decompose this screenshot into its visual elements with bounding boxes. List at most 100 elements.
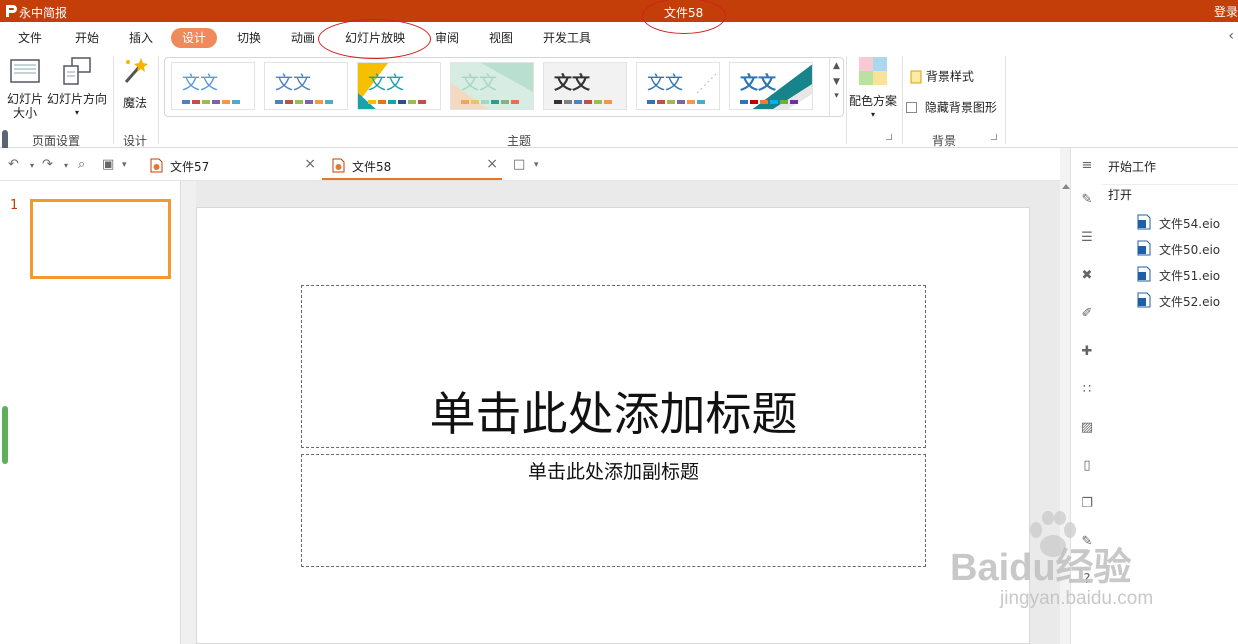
redo-icon[interactable]: ↷ — [42, 157, 53, 172]
close-tab-icon[interactable]: × — [304, 156, 316, 172]
theme-preview-text: 文文 — [368, 73, 404, 94]
slide-canvas: 单击此处添加标题 单击此处添加副标题 — [196, 181, 1060, 644]
theme-color-swatch — [315, 100, 323, 104]
scroll-up-icon[interactable]: ▲ — [830, 61, 843, 71]
magic-button[interactable]: 魔法 — [117, 56, 153, 116]
theme-option-7[interactable]: 文文 — [729, 62, 813, 110]
theme-preview-text: 文文 — [182, 73, 218, 94]
theme-preview-text: 文文 — [554, 73, 590, 94]
checkbox-box[interactable] — [906, 102, 917, 113]
scroll-up-icon[interactable] — [1062, 184, 1070, 189]
ribbon-divider — [158, 56, 159, 144]
theme-option-2[interactable]: 文文 — [264, 62, 348, 110]
theme-option-6[interactable]: 文文 — [636, 62, 720, 110]
scroll-down-icon[interactable]: ▼ — [830, 77, 843, 87]
gallery-expand-icon[interactable]: ▾ — [830, 91, 843, 101]
theme-preview-text: 文文 — [275, 73, 311, 94]
slide-orientation-button[interactable]: 幻灯片方向 ▾ — [46, 56, 108, 126]
sliders-icon[interactable]: ☰ — [1079, 230, 1095, 246]
edit-icon[interactable]: ✎ — [1079, 534, 1095, 550]
theme-color-swatch — [511, 100, 519, 104]
tools-icon[interactable]: ✖ — [1079, 268, 1095, 284]
brush-icon[interactable]: ✐ — [1079, 306, 1095, 322]
theme-color-swatch — [285, 100, 293, 104]
theme-color-swatch — [770, 100, 778, 104]
grid-icon[interactable]: ∷ — [1079, 382, 1095, 398]
new-document-icon[interactable]: □ — [513, 157, 525, 172]
magic-wand-icon — [124, 58, 148, 83]
background-style-icon — [910, 70, 922, 83]
pencil-icon[interactable]: ✎ — [1079, 192, 1095, 208]
theme-color-swatch — [192, 100, 200, 104]
undo-dropdown-icon[interactable]: ▾ — [30, 161, 34, 170]
theme-color-swatch — [687, 100, 695, 104]
theme-color-swatch — [657, 100, 665, 104]
theme-option-3[interactable]: 文文 — [357, 62, 441, 110]
theme-color-swatch — [697, 100, 705, 104]
menu-review[interactable]: 审阅 — [435, 28, 459, 48]
menu-transition[interactable]: 切换 — [237, 28, 261, 48]
theme-color-bars — [182, 100, 240, 104]
theme-option-4[interactable]: 文文 — [450, 62, 534, 110]
collapse-ribbon-icon[interactable]: ‹ — [1228, 28, 1234, 44]
color-scheme-icon — [859, 57, 887, 85]
save-icon[interactable]: ▣ — [102, 157, 114, 172]
slide-size-button[interactable]: 幻灯片 大小 — [4, 56, 46, 126]
theme-option-1[interactable]: 文文 — [171, 62, 255, 110]
theme-color-swatch — [667, 100, 675, 104]
copy-icon[interactable]: ❐ — [1079, 496, 1095, 512]
theme-dialog-launcher-icon[interactable] — [886, 134, 892, 140]
pane-menu-icon[interactable]: ≡ — [1079, 158, 1095, 174]
hide-background-checkbox[interactable]: 隐藏背景图形 — [906, 100, 997, 118]
theme-color-swatch — [574, 100, 582, 104]
clipboard-icon[interactable]: ▯ — [1079, 458, 1095, 474]
menu-file[interactable]: 文件 — [18, 28, 42, 48]
title-placeholder[interactable]: 单击此处添加标题 — [301, 285, 926, 448]
gallery-scrollbar[interactable]: ▲ ▼ ▾ — [829, 58, 843, 116]
undo-icon[interactable]: ↶ — [8, 157, 19, 172]
menu-animation[interactable]: 动画 — [291, 28, 315, 48]
close-tab-icon[interactable]: × — [486, 156, 498, 172]
tab-file58[interactable]: 文件58 × — [322, 152, 502, 180]
puzzle-icon[interactable]: ✚ — [1079, 344, 1095, 360]
menu-view[interactable]: 视图 — [489, 28, 513, 48]
panel-splitter[interactable] — [181, 181, 196, 644]
tab-file57[interactable]: 文件57 × — [140, 152, 320, 180]
image-icon[interactable]: ▨ — [1079, 420, 1095, 436]
subtitle-placeholder[interactable]: 单击此处添加副标题 — [301, 454, 926, 567]
theme-color-swatch — [275, 100, 283, 104]
theme-color-swatch — [780, 100, 788, 104]
background-dialog-launcher-icon[interactable] — [991, 134, 997, 140]
menu-slideshow[interactable]: 幻灯片放映 — [345, 28, 405, 48]
print-preview-icon[interactable]: ⌕ — [78, 157, 85, 172]
help-icon[interactable]: ? — [1079, 572, 1095, 588]
slide-orientation-label: 幻灯片方向 — [46, 92, 107, 106]
theme-color-bars — [368, 100, 426, 104]
background-style-button[interactable]: 背景样式 — [910, 69, 974, 87]
title-placeholder-text: 单击此处添加标题 — [429, 387, 798, 441]
redo-dropdown-icon[interactable]: ▾ — [64, 161, 68, 170]
slide-thumbnail[interactable] — [30, 199, 171, 279]
task-pane-header: 开始工作 — [1108, 160, 1157, 174]
title-bar: 永中简报 文件58 登录 — [0, 0, 1238, 22]
login-button[interactable]: 登录 — [1214, 3, 1238, 20]
recent-file-name: 文件54.eio — [1159, 217, 1221, 231]
quick-access-menu-icon[interactable]: ▾ — [122, 160, 127, 170]
dropdown-arrow-icon: ▾ — [74, 108, 79, 117]
theme-color-swatch — [760, 100, 768, 104]
theme-color-swatch — [212, 100, 220, 104]
theme-color-swatch — [295, 100, 303, 104]
new-document-dropdown-icon[interactable]: ▾ — [534, 160, 539, 170]
document-tab-bar: ↶ ▾ ↷ ▾ ⌕ ▣ ▾ 文件57 × 文件58 × □ ▾ — [0, 148, 1060, 181]
vertical-scrollbar[interactable] — [1060, 148, 1070, 644]
menu-design[interactable]: 设计 — [171, 28, 218, 48]
tab-label: 文件57 — [170, 160, 210, 174]
menu-home[interactable]: 开始 — [75, 28, 99, 48]
tab-label: 文件58 — [352, 160, 392, 174]
menu-developer[interactable]: 开发工具 — [543, 28, 591, 48]
menu-insert[interactable]: 插入 — [129, 28, 153, 48]
app-window: 永中简报 文件58 登录 文件 开始 插入 设计 切换 动画 幻灯片放映 审阅 … — [0, 0, 1238, 644]
theme-option-5[interactable]: 文文 — [543, 62, 627, 110]
presentation-file-icon — [332, 158, 345, 173]
color-scheme-button[interactable]: 配色方案 ▾ — [848, 56, 898, 126]
